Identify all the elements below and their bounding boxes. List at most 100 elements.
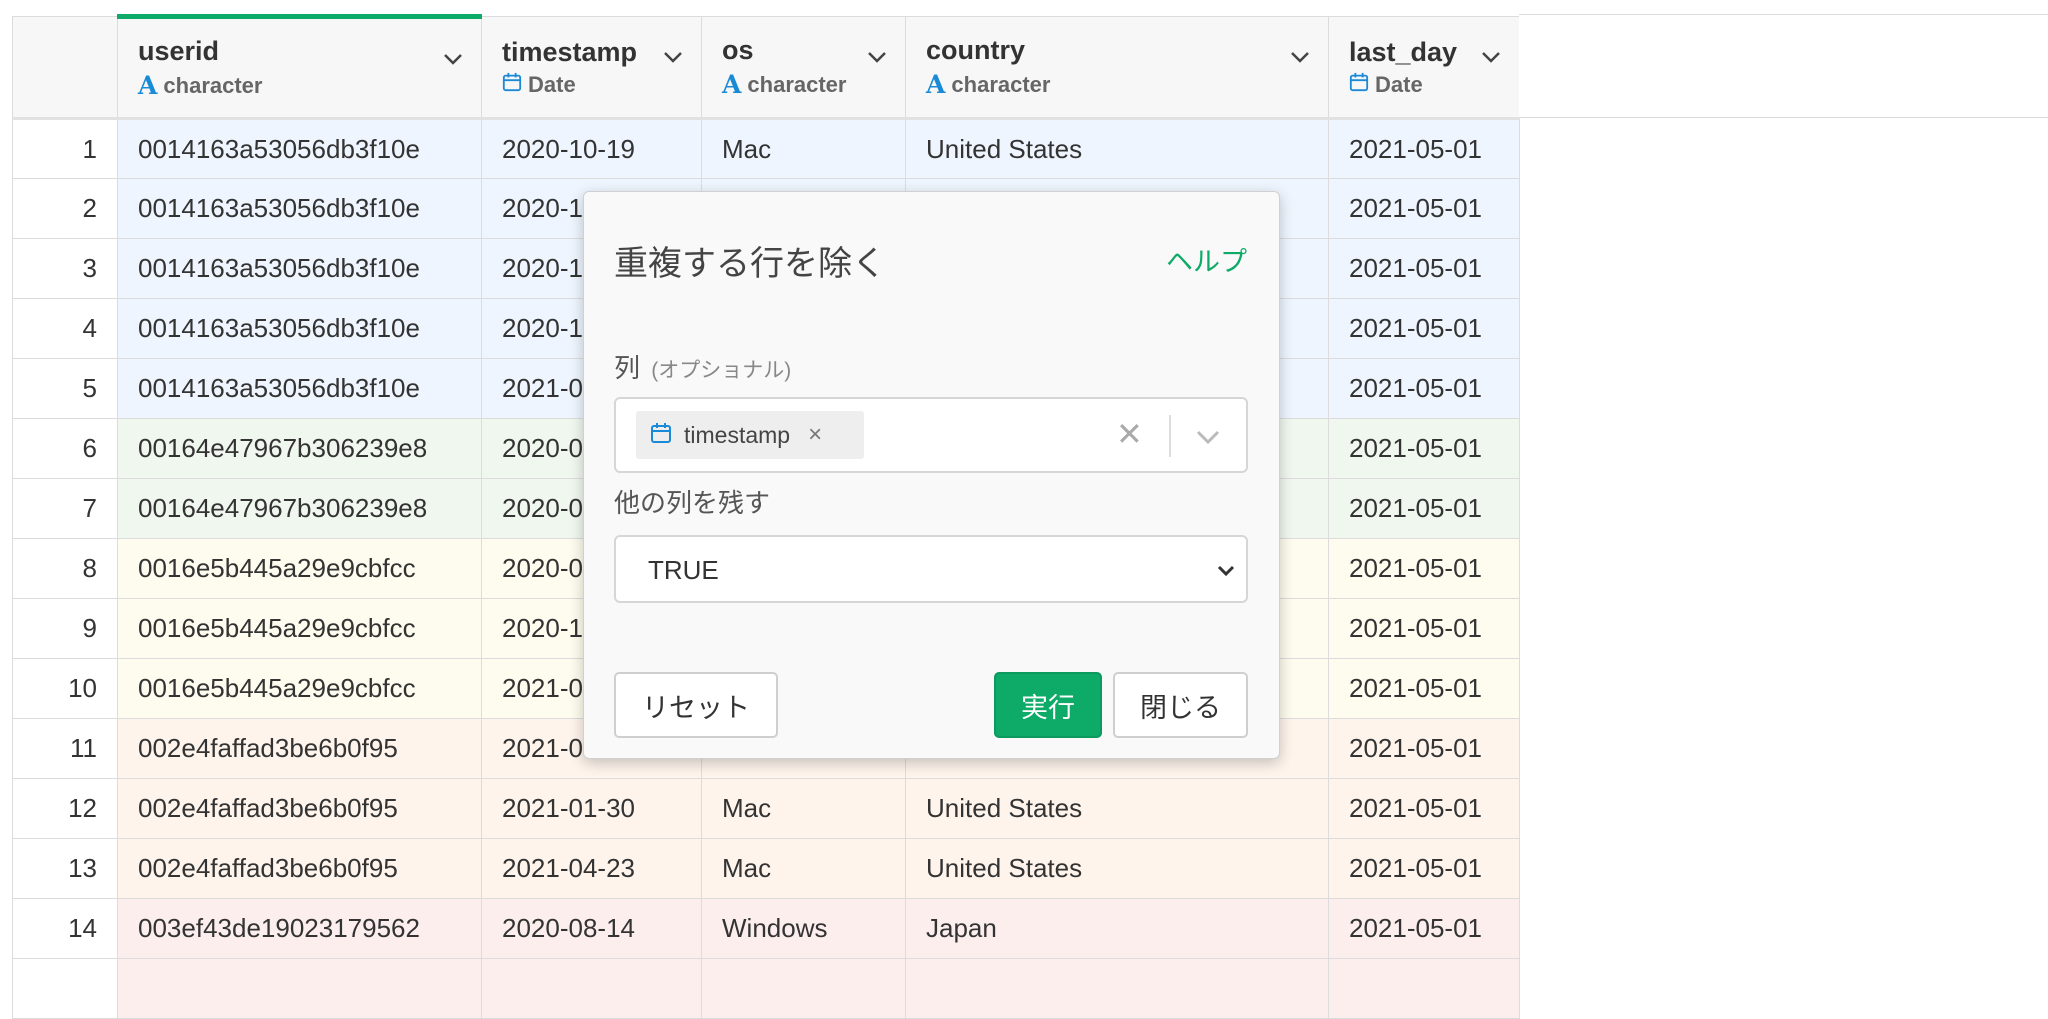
cell-timestamp[interactable]: 2021-04-23 xyxy=(481,838,702,899)
cell-os[interactable]: Mac xyxy=(701,118,906,179)
column-name: os xyxy=(722,35,754,65)
cell-last-day[interactable]: 2021-05-01 xyxy=(1328,118,1520,179)
cell-userid[interactable]: 0014163a53056db3f10e xyxy=(117,118,482,179)
cell-userid[interactable]: 0014163a53056db3f10e xyxy=(117,238,482,299)
character-type-icon: A xyxy=(926,70,946,99)
table-row: 14 003ef43de19023179562 2020-08-14 Windows J… xyxy=(12,898,1520,959)
row-number: 11 xyxy=(12,718,118,779)
row-number-header xyxy=(12,16,118,120)
cell-country[interactable]: Japan xyxy=(905,898,1329,959)
chevron-down-icon[interactable] xyxy=(1194,423,1222,451)
row-number: 6 xyxy=(12,418,118,479)
column-name: userid xyxy=(138,36,220,66)
column-header-os[interactable]: os Acharacter xyxy=(701,16,906,120)
column-header-userid[interactable]: userid Acharacter xyxy=(117,14,482,120)
column-type-label: character xyxy=(747,71,847,97)
table-row: 13 002e4faffad3be6b0f95 2021-04-23 Mac Unite… xyxy=(12,838,1520,899)
cell-last-day[interactable]: 2021-05-01 xyxy=(1328,658,1520,719)
cell-last-day[interactable]: 2021-05-01 xyxy=(1328,358,1520,419)
cell-os[interactable]: Mac xyxy=(701,778,906,839)
column-type: Date xyxy=(502,72,681,98)
cell-last-day[interactable]: 2021-05-01 xyxy=(1328,778,1520,839)
header-row: userid Acharacter timestamp Date os Acharacte… xyxy=(12,14,1520,120)
reset-button[interactable]: リセット xyxy=(614,672,778,738)
cell-country[interactable]: United States xyxy=(905,118,1329,179)
cell-os[interactable]: Windows xyxy=(701,898,906,959)
cell-userid[interactable]: 002e4faffad3be6b0f95 xyxy=(117,778,482,839)
chevron-down-icon xyxy=(1214,559,1238,583)
cell-last-day[interactable]: 2021-05-01 xyxy=(1328,178,1520,239)
row-number: 12 xyxy=(12,778,118,839)
cell-userid[interactable]: 002e4faffad3be6b0f95 xyxy=(117,718,482,779)
cell-timestamp[interactable]: 2020-08-14 xyxy=(481,898,702,959)
chevron-down-icon[interactable] xyxy=(1288,45,1312,69)
column-name: last_day xyxy=(1349,36,1458,67)
columns-label-text: 列 xyxy=(614,353,641,383)
column-name: country xyxy=(926,35,1026,65)
cell-last-day[interactable]: 2021-05-01 xyxy=(1328,718,1520,779)
chip-remove-icon[interactable]: × xyxy=(808,421,822,449)
row-number: 14 xyxy=(12,898,118,959)
selected-column-chip: timestamp × xyxy=(636,411,864,459)
left-edge xyxy=(0,14,12,968)
chip-label: timestamp xyxy=(684,421,791,448)
cell-userid[interactable]: 0014163a53056db3f10e xyxy=(117,178,482,239)
cell-last-day[interactable]: 2021-05-01 xyxy=(1328,898,1520,959)
column-type-label: character xyxy=(163,72,263,98)
column-type: Acharacter xyxy=(138,71,461,100)
cell-userid[interactable]: 0016e5b445a29e9cbfcc xyxy=(117,538,482,599)
close-button[interactable]: 閉じる xyxy=(1113,672,1248,738)
cell-last-day[interactable]: 2021-05-01 xyxy=(1328,418,1520,479)
cell-timestamp[interactable]: 2021-01-30 xyxy=(481,778,702,839)
columns-optional-text: (オプショナル) xyxy=(651,359,792,382)
clear-selection-icon[interactable]: ✕ xyxy=(1116,415,1143,453)
column-type: Date xyxy=(1349,72,1499,98)
cell-userid[interactable]: 003ef43de19023179562 xyxy=(117,898,482,959)
cell-country[interactable]: United States xyxy=(905,778,1329,839)
character-type-icon: A xyxy=(722,70,742,99)
table-row: 12 002e4faffad3be6b0f95 2021-01-30 Mac Unite… xyxy=(12,778,1520,839)
columns-label: 列 (オプショナル) xyxy=(614,348,791,385)
cell-last-day[interactable]: 2021-05-01 xyxy=(1328,598,1520,659)
cell-userid[interactable]: 00164e47967b306239e8 xyxy=(117,478,482,539)
cell-country[interactable]: United States xyxy=(905,838,1329,899)
cell-last-day[interactable]: 2021-05-01 xyxy=(1328,838,1520,899)
keep-columns-select[interactable]: TRUE xyxy=(614,535,1248,603)
cell-userid[interactable]: 0016e5b445a29e9cbfcc xyxy=(117,598,482,659)
keep-columns-value: TRUE xyxy=(648,555,719,585)
row-number: 5 xyxy=(12,358,118,419)
row-number: 3 xyxy=(12,238,118,299)
cell-last-day[interactable]: 2021-05-01 xyxy=(1328,538,1520,599)
column-header-last_day[interactable]: last_day Date xyxy=(1328,16,1520,120)
row-number: 9 xyxy=(12,598,118,659)
calendar-icon xyxy=(502,72,522,98)
cell-userid[interactable]: 002e4faffad3be6b0f95 xyxy=(117,838,482,899)
chevron-down-icon[interactable] xyxy=(661,45,685,69)
column-header-country[interactable]: country Acharacter xyxy=(905,16,1329,120)
chevron-down-icon[interactable] xyxy=(865,45,889,69)
character-type-icon: A xyxy=(138,71,158,100)
chevron-down-icon[interactable] xyxy=(1479,45,1503,69)
column-type-label: Date xyxy=(1375,71,1423,97)
table-row: 1 0014163a53056db3f10e 2020-10-19 Mac United… xyxy=(12,118,1520,179)
cell-userid[interactable]: 0014163a53056db3f10e xyxy=(117,298,482,359)
row-number: 10 xyxy=(12,658,118,719)
chevron-down-icon[interactable] xyxy=(441,47,465,71)
run-button[interactable]: 実行 xyxy=(994,672,1102,738)
calendar-icon xyxy=(1349,72,1369,98)
cell-last-day[interactable]: 2021-05-01 xyxy=(1328,478,1520,539)
help-link[interactable]: ヘルプ xyxy=(1166,240,1247,279)
cell-userid[interactable]: 00164e47967b306239e8 xyxy=(117,418,482,479)
cell-timestamp[interactable]: 2020-10-19 xyxy=(481,118,702,179)
cell-os[interactable]: Mac xyxy=(701,838,906,899)
cell-last-day[interactable]: 2021-05-01 xyxy=(1328,298,1520,359)
cell-userid[interactable]: 0014163a53056db3f10e xyxy=(117,358,482,419)
column-type-label: character xyxy=(951,71,1051,97)
row-number: 2 xyxy=(12,178,118,239)
cell-last-day[interactable]: 2021-05-01 xyxy=(1328,238,1520,299)
cell-userid[interactable]: 0016e5b445a29e9cbfcc xyxy=(117,658,482,719)
divider xyxy=(1169,415,1171,457)
remove-duplicates-dialog: 重複する行を除く ヘルプ 列 (オプショナル) timestamp × ✕ 他の… xyxy=(583,191,1280,759)
column-header-timestamp[interactable]: timestamp Date xyxy=(481,16,702,120)
columns-multiselect[interactable]: timestamp × ✕ xyxy=(614,397,1248,473)
